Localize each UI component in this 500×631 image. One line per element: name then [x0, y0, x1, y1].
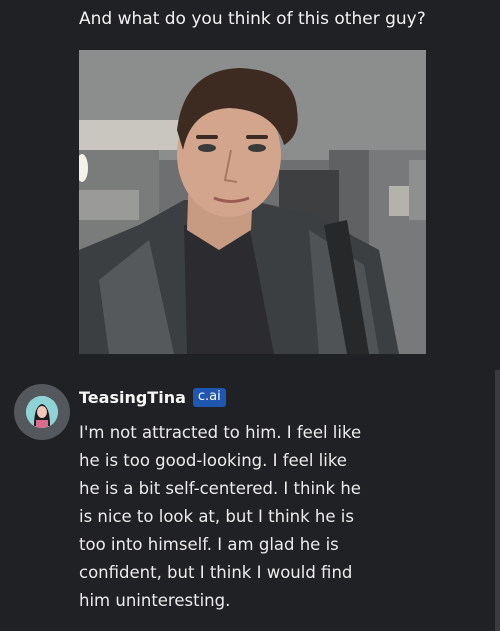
bot-message-line: too into himself. I am glad he is [79, 535, 339, 554]
user-message-text: And what do you think of this other guy? [79, 9, 426, 29]
bot-message-line: he is a bit self-centered. I think he [79, 479, 361, 498]
bot-message-line: him uninteresting. [79, 591, 231, 610]
photo-illustration [79, 50, 426, 354]
bot-name[interactable]: TeasingTina [79, 388, 186, 407]
bot-message-line: is nice to look at, but I think he is [79, 507, 354, 526]
avatar-icon [26, 396, 58, 428]
bot-header: TeasingTina c.ai [79, 388, 226, 407]
bot-avatar[interactable] [14, 384, 70, 440]
bot-message-line: confident, but I think I would find [79, 563, 353, 582]
bot-message-line: I'm not attracted to him. I feel like [79, 423, 362, 442]
cai-badge: c.ai [192, 388, 226, 407]
user-message: And what do you think of this other guy? [79, 6, 479, 32]
bot-message: I'm not attracted to him. I feel like he… [79, 419, 379, 615]
attached-photo[interactable] [79, 50, 426, 354]
bot-message-line: he is too good-looking. I feel like [79, 451, 347, 470]
scrollbar[interactable] [495, 370, 500, 631]
